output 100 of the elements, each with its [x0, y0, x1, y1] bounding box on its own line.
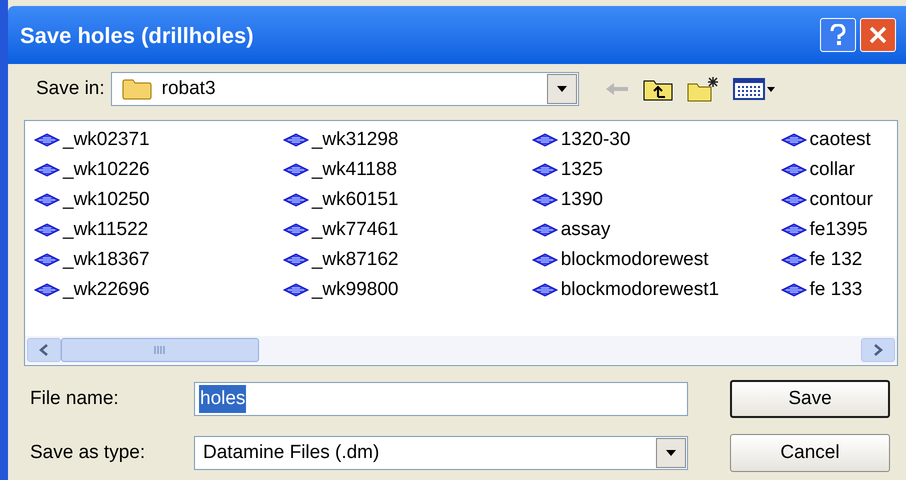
file-item[interactable]: collar: [780, 155, 897, 185]
cancel-button[interactable]: Cancel: [730, 434, 890, 472]
file-name: blockmodorewest: [560, 248, 709, 272]
diamond-file-icon: [33, 193, 61, 207]
diamond-file-icon: [33, 133, 61, 147]
diamond-file-icon: [530, 223, 559, 237]
diamond-file-icon: [780, 163, 808, 177]
file-item[interactable]: _wk18367: [33, 245, 282, 275]
diamond-file-icon: [780, 223, 808, 237]
file-item[interactable]: _wk31298: [282, 125, 531, 155]
file-name: _wk87162: [312, 248, 398, 272]
diamond-file-icon: [530, 283, 559, 297]
file-type-dropdown[interactable]: Datamine Files (.dm): [194, 436, 688, 470]
close-button[interactable]: [860, 18, 896, 52]
file-item[interactable]: 1325: [530, 155, 780, 185]
new-folder-icon[interactable]: [686, 76, 719, 102]
file-item[interactable]: _wk87162: [282, 245, 531, 275]
file-name-label: File name:: [30, 386, 120, 411]
save-as-type-label: Save as type:: [30, 440, 146, 465]
diamond-file-icon: [33, 283, 61, 297]
file-name: _wk99800: [312, 278, 398, 302]
file-item[interactable]: _wk10226: [33, 155, 282, 185]
diamond-file-icon: [282, 133, 310, 147]
grip-icon: [153, 345, 167, 355]
diamond-file-icon: [33, 253, 61, 267]
file-name: _wk10250: [63, 188, 150, 212]
file-name: _wk22696: [63, 278, 150, 302]
file-item[interactable]: _wk11522: [33, 215, 282, 245]
file-name: contour: [810, 188, 873, 212]
file-name: _wk77461: [312, 218, 398, 242]
caret-icon: [556, 86, 567, 92]
file-name-value: holes: [199, 384, 246, 414]
file-item[interactable]: fe 133: [780, 275, 897, 305]
file-name: fe1395: [810, 218, 868, 242]
help-button[interactable]: [820, 18, 856, 52]
close-icon: [868, 25, 888, 45]
save-in-label: Save in:: [36, 76, 105, 101]
diamond-file-icon: [530, 133, 559, 147]
file-name: _wk11522: [63, 218, 148, 242]
diamond-file-icon: [780, 253, 808, 267]
file-item[interactable]: fe1395: [780, 215, 897, 245]
diamond-file-icon: [282, 223, 310, 237]
scroll-thumb[interactable]: [61, 338, 259, 362]
horizontal-scrollbar[interactable]: [25, 336, 897, 364]
file-item[interactable]: blockmodorewest: [530, 245, 780, 275]
file-item[interactable]: _wk02371: [33, 125, 282, 155]
window-title: Save holes (drillholes): [20, 22, 254, 50]
diamond-file-icon: [780, 133, 808, 147]
diamond-file-icon: [780, 193, 808, 207]
file-item[interactable]: _wk99800: [282, 275, 531, 305]
file-name: _wk60151: [312, 188, 398, 212]
file-item[interactable]: caotest: [780, 125, 897, 155]
file-name: 1320-30: [560, 128, 630, 152]
file-name: _wk31298: [312, 128, 398, 152]
folder-name: robat3: [162, 76, 216, 101]
dropdown-button[interactable]: [656, 438, 686, 468]
help-icon: [830, 24, 846, 46]
save-button[interactable]: Save: [730, 380, 890, 418]
file-item[interactable]: fe 132: [780, 245, 897, 275]
file-item[interactable]: assay: [530, 215, 780, 245]
file-item[interactable]: contour: [780, 185, 897, 215]
diamond-file-icon: [33, 163, 61, 177]
folder-dropdown[interactable]: robat3: [110, 72, 579, 106]
diamond-file-icon: [33, 223, 61, 237]
file-name: fe 133: [810, 278, 862, 302]
caret-icon: [666, 450, 676, 456]
file-name: assay: [560, 218, 610, 242]
file-name: fe 132: [810, 248, 862, 272]
diamond-file-icon: [282, 253, 310, 267]
scroll-right-button[interactable]: [861, 338, 895, 362]
diamond-file-icon: [282, 193, 310, 207]
file-item[interactable]: _wk10250: [33, 185, 282, 215]
file-type-value: Datamine Files (.dm): [203, 440, 380, 465]
file-name: caotest: [810, 128, 871, 152]
file-name: _wk02371: [63, 128, 150, 152]
diamond-file-icon: [530, 163, 559, 177]
diamond-file-icon: [282, 163, 310, 177]
file-name: _wk10226: [63, 158, 150, 182]
file-item[interactable]: _wk77461: [282, 215, 531, 245]
diamond-file-icon: [780, 283, 808, 297]
diamond-file-icon: [530, 193, 559, 207]
file-name: blockmodorewest1: [560, 278, 720, 302]
file-item[interactable]: _wk60151: [282, 185, 531, 215]
folder-icon: [122, 78, 152, 100]
file-item[interactable]: blockmodorewest1: [530, 275, 780, 305]
file-name: collar: [810, 158, 855, 182]
diamond-file-icon: [530, 253, 559, 267]
scroll-left-button[interactable]: [27, 338, 61, 362]
file-item[interactable]: 1320-30: [530, 125, 780, 155]
file-name: _wk18367: [63, 248, 150, 272]
file-name: _wk41188: [312, 158, 398, 182]
view-menu-icon[interactable]: [732, 77, 777, 101]
file-name: 1390: [560, 188, 603, 212]
file-name: 1325: [560, 158, 603, 182]
file-item[interactable]: 1390: [530, 185, 780, 215]
diamond-file-icon: [282, 283, 310, 297]
file-item[interactable]: _wk22696: [33, 275, 282, 305]
file-item[interactable]: _wk41188: [282, 155, 531, 185]
dropdown-button[interactable]: [546, 74, 577, 104]
file-name-field[interactable]: holes: [194, 382, 688, 416]
